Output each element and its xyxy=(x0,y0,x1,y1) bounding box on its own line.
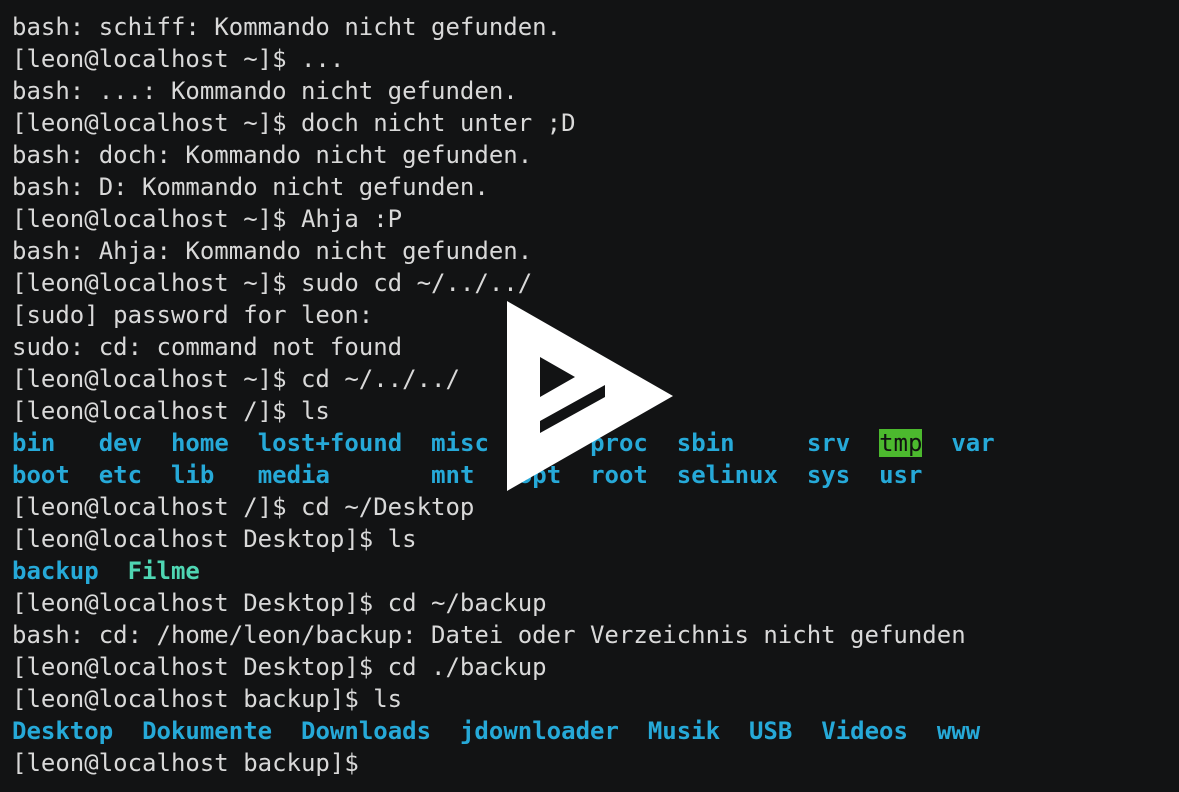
directory-entry: dev xyxy=(98,429,143,457)
terminal-line: [leon@localhost ~]$ Ahja :P xyxy=(12,203,1172,235)
terminal-text: [leon@localhost backup]$ xyxy=(12,749,374,777)
terminal-text: bash: ...: Kommando nicht gefunden. xyxy=(12,77,518,105)
terminal-text: [leon@localhost ~]$ Ahja :P xyxy=(12,205,403,233)
directory-entry: sbin xyxy=(676,429,735,457)
terminal-text: bash: schiff: Kommando nicht gefunden. xyxy=(12,13,562,41)
terminal-line: [leon@localhost backup]$ ls xyxy=(12,683,1172,715)
directory-entry: usr xyxy=(879,461,923,489)
directory-entry: backup xyxy=(12,557,99,585)
directory-entry: home xyxy=(170,429,229,457)
terminal-text: bash: Ahja: Kommando nicht gefunden. xyxy=(12,237,533,265)
directory-entry: media xyxy=(257,461,330,489)
terminal-text: bash: doch: Kommando nicht gefunden. xyxy=(12,141,533,169)
terminal-line: bash: Ahja: Kommando nicht gefunden. xyxy=(12,235,1172,267)
directory-entry: Filme xyxy=(127,557,200,585)
terminal-text: [leon@localhost ~]$ doch nicht unter ;D xyxy=(12,109,576,137)
terminal-text: [leon@localhost ~]$ cd ~/../../ xyxy=(12,365,460,393)
terminal-text: [leon@localhost backup]$ ls xyxy=(12,685,403,713)
terminal-text: [leon@localhost /]$ cd ~/Desktop xyxy=(12,493,475,521)
directory-entry: lib xyxy=(170,461,215,489)
terminal-text: [leon@localhost Desktop]$ ls xyxy=(12,525,417,553)
terminal-line: bash: schiff: Kommando nicht gefunden. xyxy=(12,11,1172,43)
terminal-text: bash: cd: /home/leon/backup: Datei oder … xyxy=(12,621,966,649)
terminal-line: [leon@localhost Desktop]$ cd ~/backup xyxy=(12,587,1172,619)
directory-entry: selinux xyxy=(676,461,778,489)
terminal-line: [leon@localhost ~]$ ... xyxy=(12,43,1172,75)
directory-entry: misc xyxy=(431,429,489,457)
directory-entry: srv xyxy=(806,429,851,457)
terminal-line: [leon@localhost Desktop]$ cd ./backup xyxy=(12,651,1172,683)
directory-entry: www xyxy=(936,717,981,745)
directory-entry: jdownloader xyxy=(459,717,619,745)
terminal-line: [leon@localhost ~]$ sudo cd ~/../../ xyxy=(12,267,1172,299)
terminal-line: [leon@localhost ~]$ doch nicht unter ;D xyxy=(12,107,1172,139)
terminal-text: [leon@localhost ~]$ ... xyxy=(12,45,345,73)
terminal-line: bash: ...: Kommando nicht gefunden. xyxy=(12,75,1172,107)
terminal-text: [leon@localhost Desktop]$ cd ~/backup xyxy=(12,589,547,617)
directory-entry: Downloads xyxy=(301,717,432,745)
terminal-line: [leon@localhost Desktop]$ ls xyxy=(12,523,1172,555)
terminal-text: [sudo] password for leon: xyxy=(12,301,374,329)
directory-entry: mnt xyxy=(431,461,475,489)
directory-entry: etc xyxy=(98,461,143,489)
directory-entry: boot xyxy=(12,461,70,489)
directory-entry: Musik xyxy=(647,717,721,745)
terminal-text: [leon@localhost ~]$ sudo cd ~/../../ xyxy=(12,269,533,297)
directory-entry: var xyxy=(951,429,995,457)
directory-entry: sys xyxy=(806,461,851,489)
terminal-line: bash: D: Kommando nicht gefunden. xyxy=(12,171,1172,203)
terminal-line: bash: doch: Kommando nicht gefunden. xyxy=(12,139,1172,171)
directory-entry: Dokumente xyxy=(142,717,273,745)
terminal-line: [leon@localhost backup]$ xyxy=(12,747,1172,779)
directory-entry: bin xyxy=(12,429,56,457)
directory-entry: tmp xyxy=(879,429,923,457)
directory-entry: Videos xyxy=(821,717,908,745)
play-icon[interactable] xyxy=(505,299,675,493)
terminal-text: bash: D: Kommando nicht gefunden. xyxy=(12,173,489,201)
terminal-line: backup Filme xyxy=(12,555,1172,587)
terminal-line: Desktop Dokumente Downloads jdownloader … xyxy=(12,715,1172,747)
terminal-text: sudo: cd: command not found xyxy=(12,333,403,361)
terminal-line: bash: cd: /home/leon/backup: Datei oder … xyxy=(12,619,1172,651)
terminal-text: [leon@localhost Desktop]$ cd ./backup xyxy=(12,653,547,681)
terminal-text: [leon@localhost /]$ ls xyxy=(12,397,330,425)
directory-entry: lost+found xyxy=(257,429,403,457)
directory-entry: Desktop xyxy=(12,717,114,745)
directory-entry: USB xyxy=(748,717,793,745)
terminal-line: [leon@localhost /]$ cd ~/Desktop xyxy=(12,491,1172,523)
